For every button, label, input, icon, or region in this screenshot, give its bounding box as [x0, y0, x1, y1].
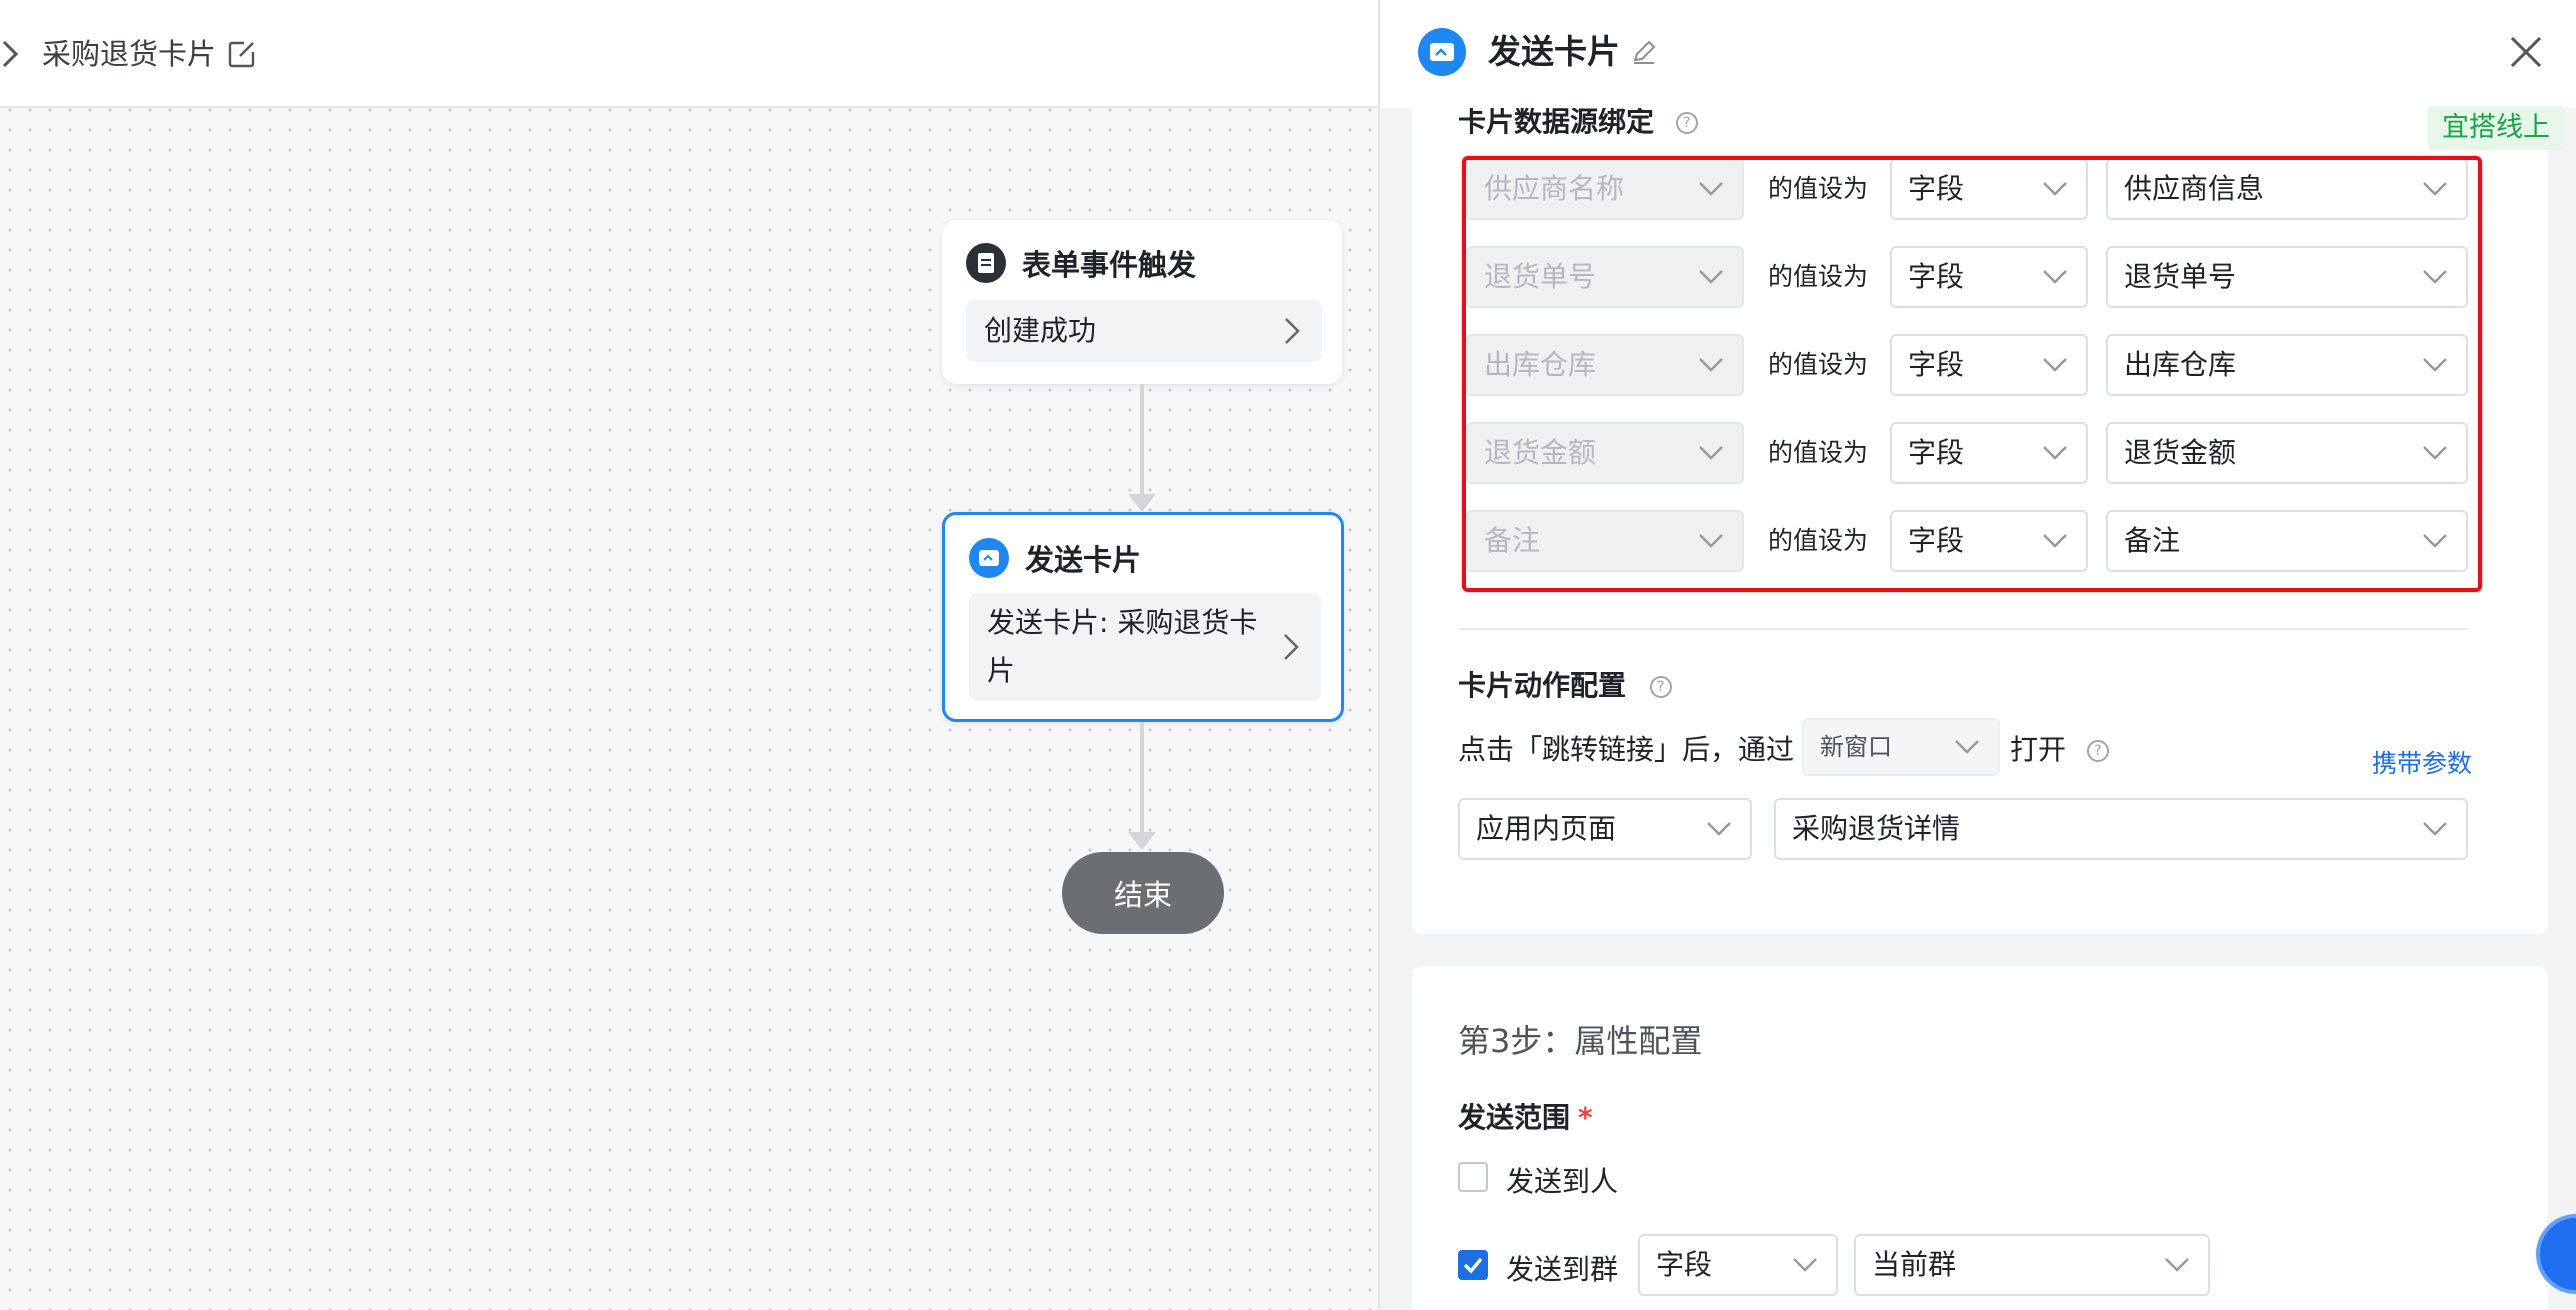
chevron-right-icon — [1285, 318, 1300, 344]
send-scope-label-text: 发送范围 — [1458, 1101, 1571, 1134]
help-icon[interactable]: ? — [2086, 740, 2109, 762]
chevron-right-icon[interactable] — [0, 36, 24, 72]
arrow-down-icon — [1128, 494, 1156, 512]
section-divider — [1458, 628, 2468, 630]
action-suffix-text: 打开 ? — [2010, 728, 2109, 768]
send-card-node-title: 发送卡片 — [1025, 543, 1142, 577]
action-config-label: 卡片动作配置 ? — [1458, 664, 1672, 704]
send-to-person-label[interactable]: 发送到人 — [1506, 1160, 1618, 1200]
drawer-title: 发送卡片 — [1488, 32, 1620, 71]
send-card-node-body[interactable]: 发送卡片: 采购退货卡片 — [969, 593, 1321, 701]
target-page-value: 采购退货详情 — [1792, 812, 1961, 845]
open-mode-value: 新窗口 — [1820, 733, 1892, 761]
target-page-select[interactable]: 采购退货详情 — [1774, 798, 2468, 860]
flow-title: 采购退货卡片 — [42, 37, 217, 71]
end-node[interactable]: 结束 — [1062, 852, 1224, 934]
drawer-header: 发送卡片 — [1380, 0, 2576, 108]
data-binding-label-text: 卡片数据源绑定 — [1458, 105, 1655, 138]
send-card-node-desc: 发送卡片: 采购退货卡片 — [987, 606, 1258, 687]
chevron-down-icon — [2165, 1258, 2189, 1272]
send-to-person-checkbox[interactable] — [1458, 1162, 1488, 1192]
carry-params-link[interactable]: 携带参数 — [2372, 744, 2472, 780]
send-scope-label: 发送范围 * — [1458, 1096, 1593, 1136]
action-prefix-text: 点击「跳转链接」后，通过 — [1458, 733, 1795, 766]
form-icon — [966, 243, 1006, 283]
close-icon[interactable] — [2508, 34, 2544, 70]
check-icon — [1463, 1257, 1483, 1274]
page-type-value: 应用内页面 — [1476, 812, 1617, 845]
trigger-node-title: 表单事件触发 — [1022, 248, 1197, 282]
group-value-select[interactable]: 当前群 — [1854, 1234, 2210, 1296]
chevron-down-icon — [1707, 822, 1731, 836]
trigger-node-header: 表单事件触发 — [966, 242, 1196, 284]
card-icon — [969, 538, 1009, 578]
canvas-topbar: 采购退货卡片 — [0, 0, 1378, 108]
chevron-right-icon — [1284, 634, 1299, 660]
action-config-label-text: 卡片动作配置 — [1458, 669, 1627, 702]
trigger-node[interactable]: 表单事件触发 创建成功 — [942, 220, 1342, 384]
group-type-select[interactable]: 字段 — [1638, 1234, 1838, 1296]
group-type-value: 字段 — [1656, 1248, 1713, 1281]
send-card-node-header: 发送卡片 — [969, 537, 1141, 579]
flow-canvas[interactable]: 采购退货卡片 表单事件触发 创建成功 发送卡片 发送卡片: 采购退货卡片 结束 — [0, 0, 1378, 1310]
send-to-group-checkbox[interactable] — [1458, 1250, 1488, 1280]
page-type-select[interactable]: 应用内页面 — [1458, 798, 1752, 860]
open-mode-select[interactable]: 新窗口 — [1802, 718, 2000, 776]
card-icon — [1418, 28, 1466, 76]
pencil-icon[interactable] — [1630, 38, 1658, 66]
required-mark: * — [1578, 1101, 1593, 1134]
send-to-group-label[interactable]: 发送到群 — [1506, 1248, 1618, 1288]
chevron-down-icon — [1793, 1258, 1817, 1272]
action-suffix-value: 打开 — [2010, 733, 2067, 766]
group-value-text: 当前群 — [1872, 1248, 1957, 1281]
trigger-node-body[interactable]: 创建成功 — [966, 300, 1322, 362]
flow-connector — [1140, 384, 1144, 494]
edit-icon[interactable] — [226, 38, 258, 70]
chevron-down-icon — [1955, 740, 1979, 754]
send-card-node[interactable]: 发送卡片 发送卡片: 采购退货卡片 — [942, 512, 1344, 722]
chevron-down-icon — [2423, 822, 2447, 836]
help-icon[interactable]: ? — [1649, 676, 1672, 698]
arrow-down-icon — [1128, 832, 1156, 850]
highlight-box — [1462, 156, 2482, 592]
env-badge: 宜搭线上 — [2428, 106, 2564, 150]
flow-connector — [1140, 722, 1144, 832]
step3-title: 第3步：属性配置 — [1458, 1022, 1703, 1060]
trigger-node-event: 创建成功 — [984, 314, 1097, 347]
help-icon[interactable]: ? — [1675, 112, 1698, 134]
